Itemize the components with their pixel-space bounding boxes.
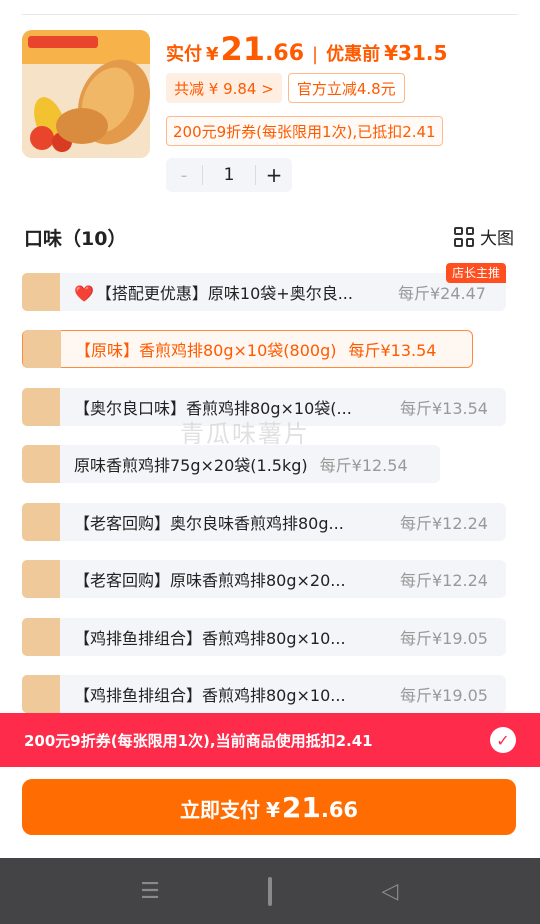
- flavor-option-selected[interactable]: 【原味】香煎鸡排80g×10袋(800g) 每斤¥13.54: [22, 330, 473, 368]
- flavor-option-name: 【老客回购】奥尔良味香煎鸡排80g...: [74, 514, 344, 533]
- menu-icon[interactable]: ☰: [130, 879, 170, 904]
- original-price-label: 优惠前: [326, 44, 381, 65]
- flavor-option-text: 【搭配更优惠】原味10袋+奥尔良...: [95, 284, 353, 303]
- system-nav-bar: ☰ ◁: [0, 858, 540, 924]
- flavor-option[interactable]: 原味香煎鸡排75g×20袋(1.5kg) 每斤¥12.54: [22, 445, 440, 483]
- flavor-thumbnail: [22, 503, 60, 541]
- flavor-section-title: 口味（10）: [24, 228, 127, 250]
- flavor-option-name: 原味香煎鸡排75g×20袋(1.5kg): [74, 456, 308, 475]
- flavor-option[interactable]: 【老客回购】原味香煎鸡排80g×20... 每斤¥12.24: [22, 560, 506, 598]
- flavor-thumbnail: [22, 388, 60, 426]
- flavor-option-price: 每斤¥13.54: [348, 341, 437, 360]
- grid-icon: [454, 226, 474, 247]
- pay-amount-integer: 21: [281, 791, 321, 824]
- store-recommended-badge: 店长主推: [445, 263, 506, 283]
- large-image-label: 大图: [480, 229, 514, 249]
- coupon-applied-tag: 200元9折券(每张限用1次),已抵扣2.41: [166, 116, 443, 146]
- pay-amount-decimal: .66: [320, 798, 359, 822]
- quantity-stepper: - 1 +: [166, 158, 292, 192]
- price-integer: 21: [220, 30, 266, 68]
- back-icon[interactable]: ◁: [370, 879, 410, 904]
- flavor-option-name: ❤️ 【搭配更优惠】原味10袋+奥尔良...: [74, 280, 386, 304]
- price-separator: |: [312, 44, 319, 65]
- pay-now-button[interactable]: 立即支付 ¥ 21 .66: [22, 779, 516, 835]
- quantity-value[interactable]: 1: [202, 165, 256, 185]
- coupon-bar-text: 200元9折券(每张限用1次),当前商品使用抵扣2.41: [24, 731, 373, 750]
- flavor-thumbnail: [22, 560, 60, 598]
- pay-area: 立即支付 ¥ 21 .66: [0, 767, 540, 858]
- check-circle-icon[interactable]: ✓: [490, 727, 516, 753]
- flavor-option-price: 每斤¥12.24: [400, 514, 488, 533]
- flavor-option-name: 【原味】香煎鸡排80g×10袋(800g): [75, 341, 337, 360]
- pay-currency: ¥: [265, 798, 280, 822]
- chicken-cutlet-illustration: [22, 30, 150, 158]
- flavor-option-name: 【老客回购】原味香煎鸡排80g×20...: [74, 571, 346, 590]
- flavor-option-price: 每斤¥12.54: [319, 456, 408, 475]
- watermark: 青瓜味薯片: [180, 420, 310, 448]
- price-row: 实付 ¥ 21 .66 | 优惠前 ¥31.5: [166, 30, 447, 70]
- price-currency: ¥: [206, 44, 219, 65]
- flavor-option-name: 【鸡排鱼排组合】香煎鸡排80g×10...: [74, 686, 346, 705]
- top-divider: [22, 14, 518, 15]
- flavor-option-price: 每斤¥24.47: [398, 284, 486, 303]
- pay-now-label: 立即支付: [179, 798, 260, 822]
- flavor-option-price: 每斤¥12.24: [400, 571, 488, 590]
- total-discount-tag[interactable]: 共减 ¥ 9.84 >: [166, 73, 282, 103]
- home-icon[interactable]: [250, 876, 290, 906]
- heart-icon: ❤️: [74, 284, 94, 303]
- flavor-option-price: 每斤¥19.05: [400, 629, 488, 648]
- flavor-option[interactable]: 【老客回购】奥尔良味香煎鸡排80g... 每斤¥12.24: [22, 503, 506, 541]
- flavor-thumbnail: [22, 618, 60, 656]
- increase-quantity-button[interactable]: +: [256, 163, 292, 187]
- product-image: [22, 30, 150, 158]
- flavor-option[interactable]: 【鸡排鱼排组合】香煎鸡排80g×10... 每斤¥19.05: [22, 618, 506, 656]
- flavor-option[interactable]: 【鸡排鱼排组合】香煎鸡排80g×10... 每斤¥19.05: [22, 675, 506, 713]
- flavor-option[interactable]: ❤️ 【搭配更优惠】原味10袋+奥尔良... 每斤¥24.47 店长主推: [22, 263, 506, 311]
- discount-tags: 共减 ¥ 9.84 > 官方立减4.8元: [166, 73, 405, 103]
- flavor-option-name: 【鸡排鱼排组合】香煎鸡排80g×10...: [74, 629, 346, 648]
- flavor-option-price: 每斤¥13.54: [400, 399, 488, 418]
- flavor-thumbnail: [23, 330, 61, 368]
- flavor-thumbnail: [22, 675, 60, 713]
- official-discount-tag: 官方立减4.8元: [287, 73, 405, 103]
- original-price-value: ¥31.5: [384, 41, 448, 65]
- large-image-toggle[interactable]: 大图: [454, 224, 514, 249]
- coupon-bar[interactable]: 200元9折券(每张限用1次),当前商品使用抵扣2.41 ✓: [0, 713, 540, 767]
- decrease-quantity-button[interactable]: -: [166, 165, 202, 186]
- price-label: 实付: [166, 44, 202, 65]
- flavor-thumbnail: [22, 445, 60, 483]
- flavor-option-price: 每斤¥19.05: [400, 686, 488, 705]
- price-decimal: .66: [265, 41, 305, 66]
- flavor-thumbnail: [22, 273, 60, 311]
